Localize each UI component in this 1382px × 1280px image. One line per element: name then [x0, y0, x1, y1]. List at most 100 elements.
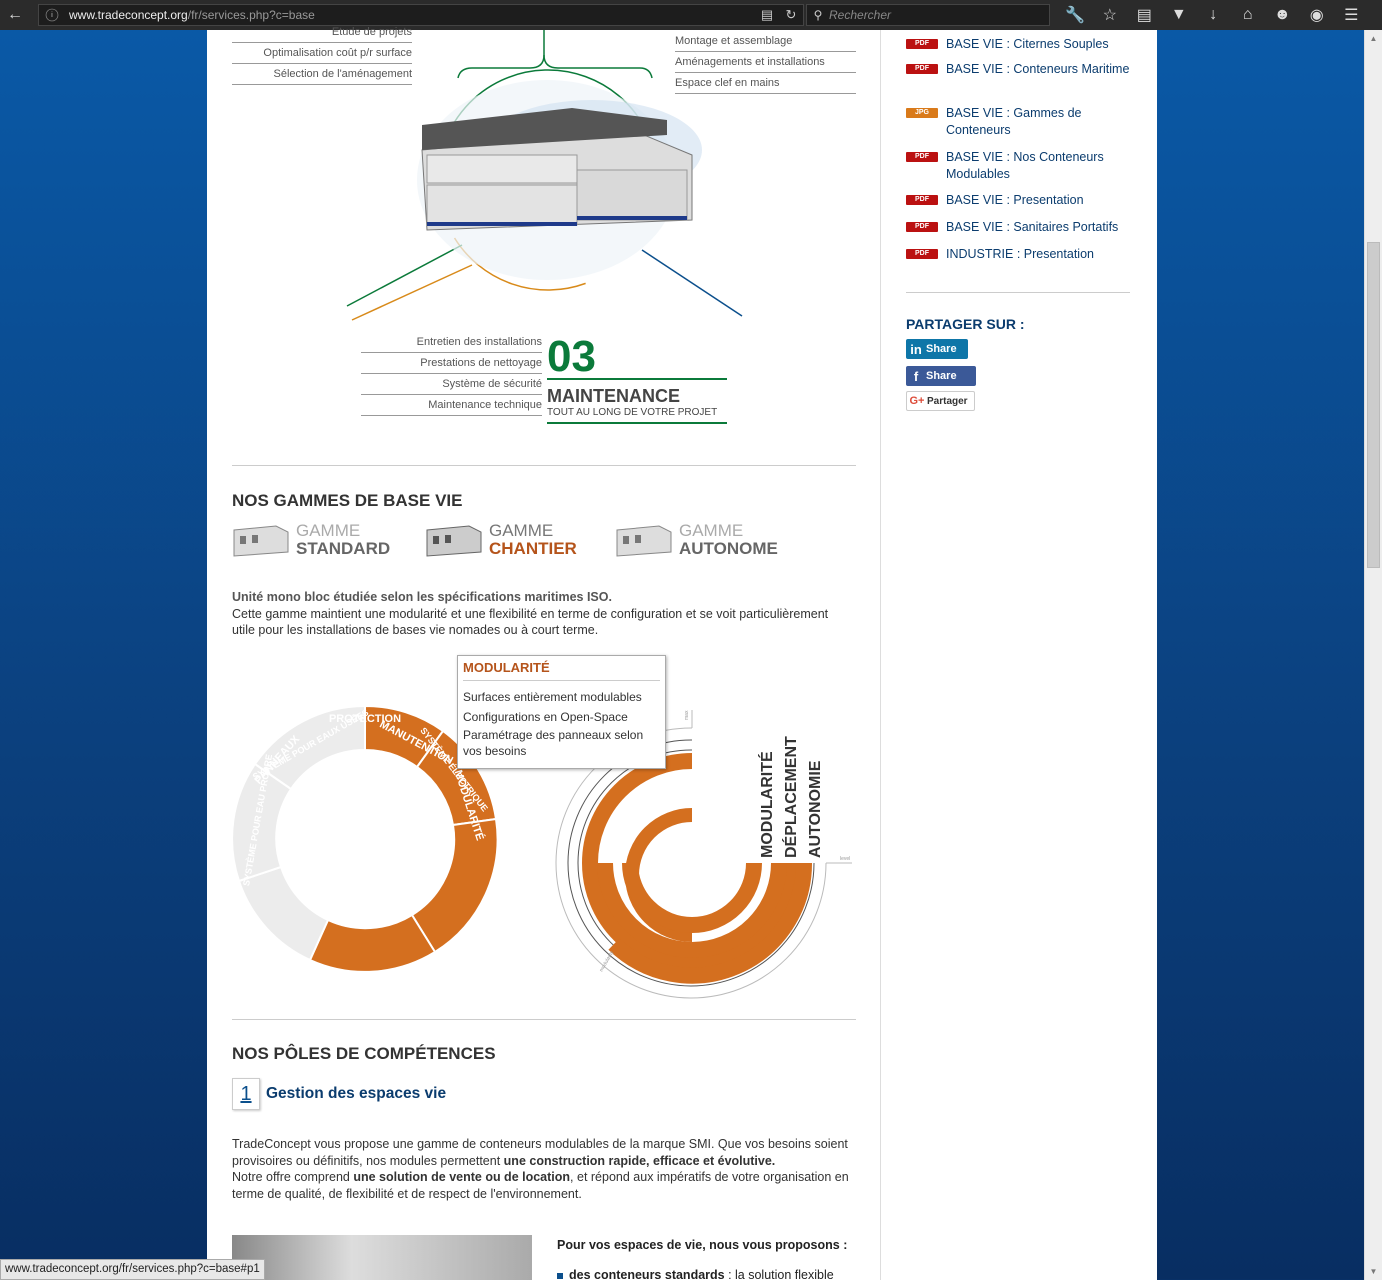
tooltip-title: MODULARITÉ	[463, 660, 660, 681]
scrollbar-thumb[interactable]	[1367, 242, 1380, 568]
modularite-tooltip: MODULARITÉ Surfaces entièrement modulabl…	[457, 655, 666, 769]
share-label: Partager	[927, 395, 968, 407]
pdf-icon: PDF	[906, 195, 938, 205]
document-link[interactable]: PDF INDUSTRIE : Presentation	[906, 246, 1136, 263]
document-label[interactable]: BASE VIE : Sanitaires Portatifs	[946, 219, 1118, 236]
proposons-heading: Pour vos espaces de vie, nous vous propo…	[557, 1238, 848, 1252]
maintenance-services: Entretien des installations Prestations …	[361, 332, 542, 416]
gamme-name: AUTONOME	[679, 539, 778, 558]
wheel-segment-protection[interactable]	[308, 913, 437, 973]
pole-title[interactable]: Gestion des espaces vie	[266, 1085, 446, 1103]
share-label: Share	[926, 343, 957, 355]
document-link[interactable]: PDF BASE VIE : Conteneurs Maritime	[906, 61, 1136, 78]
divider	[232, 1019, 856, 1020]
download-icon[interactable]: ↓	[1196, 0, 1231, 30]
container-icon	[426, 525, 482, 557]
arc-label: DÉPLACEMENT	[781, 736, 800, 858]
gamme-name: STANDARD	[296, 539, 391, 558]
document-label[interactable]: BASE VIE : Nos Conteneurs Modulables	[946, 149, 1136, 183]
poles-heading: NOS PÔLES DE COMPÉTENCES	[232, 1044, 496, 1063]
gamme-description: Unité mono bloc étudiée selon les spécif…	[232, 589, 832, 639]
gamme-label: GAMME	[296, 521, 361, 540]
document-label[interactable]: BASE VIE : Gammes de Conteneurs	[946, 105, 1136, 139]
scrollbar[interactable]: ▲ ▼	[1364, 30, 1382, 1280]
chat-icon[interactable]: ☻	[1265, 0, 1300, 30]
globe-icon[interactable]: ◉	[1300, 0, 1335, 30]
divider	[906, 292, 1130, 293]
facebook-icon: f	[913, 368, 919, 384]
maintenance-number: 03	[547, 332, 596, 381]
bookmark-star-icon[interactable]: ☆	[1093, 0, 1128, 30]
service-item: Maintenance technique	[361, 395, 542, 416]
gammes-heading: NOS GAMMES DE BASE VIE	[232, 491, 463, 510]
gamme-standard[interactable]: GAMME STANDARD	[232, 522, 390, 558]
url-text: www.tradeconcept.org/fr/services.php?c=b…	[69, 8, 755, 22]
service-item: Système de sécurité	[361, 374, 542, 395]
container-icon	[233, 525, 289, 557]
home-icon[interactable]: ⌂	[1231, 0, 1266, 30]
arc-label: MODULARITÉ	[757, 751, 776, 858]
document-link[interactable]: PDF BASE VIE : Sanitaires Portatifs	[906, 219, 1136, 236]
tooltip-item: Configurations en Open-Space	[463, 710, 628, 724]
pocket-icon[interactable]: ▼	[1162, 0, 1197, 30]
info-icon[interactable]: i	[45, 8, 59, 22]
document-link[interactable]: JPG BASE VIE : Gammes de Conteneurs	[906, 105, 1136, 139]
pdf-icon: PDF	[906, 39, 938, 49]
linkedin-share-button[interactable]: in Share	[906, 339, 968, 359]
gamme-label: GAMME	[489, 521, 554, 540]
menu-icon[interactable]: ☰	[1334, 0, 1369, 30]
pole-item-1[interactable]: 1 Gestion des espaces vie	[232, 1078, 446, 1110]
gamme-label: GAMME	[679, 521, 744, 540]
pole-description: TradeConcept vous propose une gamme de c…	[232, 1136, 857, 1202]
tooltip-item: Surfaces entièrement modulables	[463, 690, 642, 704]
wrench-icon[interactable]: 🔧	[1058, 0, 1093, 30]
gamme-chantier[interactable]: GAMME CHANTIER	[425, 522, 577, 558]
wheel-segment-panneaux[interactable]	[410, 817, 499, 954]
wheel-segment-electrique[interactable]	[237, 865, 330, 962]
bullet-icon	[557, 1272, 563, 1279]
google-share-button[interactable]: G+ Partager	[906, 391, 975, 411]
search-bar[interactable]: ⚲ Rechercher	[806, 4, 1050, 26]
bullet-text: : la solution flexible	[724, 1268, 834, 1280]
reload-icon[interactable]: ↻	[779, 7, 803, 23]
url-host: www.tradeconcept.org	[69, 8, 188, 22]
document-link[interactable]: PDF BASE VIE : Citernes Souples	[906, 36, 1136, 53]
page-content: Etude de projets Optimalisation coût p/r…	[207, 26, 1157, 1280]
document-link[interactable]: PDF BASE VIE : Nos Conteneurs Modulables	[906, 149, 1136, 183]
sidebar: PDF BASE VIE : Citernes Souples PDF BASE V…	[880, 30, 1157, 1280]
jpg-icon: JPG	[906, 108, 938, 118]
pdf-icon: PDF	[906, 152, 938, 162]
facebook-share-button[interactable]: f Share	[906, 366, 976, 386]
back-arrow-icon[interactable]: ←	[0, 0, 30, 30]
arc-small-label: level	[840, 856, 850, 862]
document-link[interactable]: PDF BASE VIE : Presentation	[906, 192, 1136, 209]
document-label[interactable]: BASE VIE : Presentation	[946, 192, 1084, 209]
process-diagram	[346, 30, 743, 321]
list-item: des conteneurs standards : la solution f…	[557, 1268, 834, 1280]
divider	[232, 465, 856, 466]
gamme-autonome[interactable]: GAMME AUTONOME	[615, 522, 778, 558]
pole-desc-bold: une construction rapide, efficace et évo…	[503, 1153, 776, 1168]
document-label[interactable]: INDUSTRIE : Presentation	[946, 246, 1094, 263]
scroll-up-icon[interactable]: ▲	[1365, 30, 1382, 47]
pdf-icon: PDF	[906, 249, 938, 259]
container-building-image	[421, 108, 693, 231]
google-plus-icon: G+	[909, 395, 925, 407]
pdf-icon: PDF	[906, 222, 938, 232]
reader-view-icon[interactable]: ▤	[755, 7, 779, 23]
share-label: Share	[926, 370, 957, 382]
pole-desc-bold: une solution de vente ou de location	[353, 1170, 571, 1184]
document-label[interactable]: BASE VIE : Conteneurs Maritime	[946, 61, 1129, 78]
tooltip-item: Paramétrage des panneaux selon vos besoi…	[463, 728, 644, 758]
clipboard-icon[interactable]: ▤	[1127, 0, 1162, 30]
search-placeholder: Rechercher	[829, 8, 892, 22]
document-label[interactable]: BASE VIE : Citernes Souples	[946, 36, 1109, 53]
container-icon	[616, 525, 672, 557]
container-photo	[232, 1235, 532, 1280]
gamme-desc-text: Cette gamme maintient une modularité et …	[232, 606, 829, 638]
scroll-down-icon[interactable]: ▼	[1365, 1263, 1382, 1280]
url-bar[interactable]: i www.tradeconcept.org/fr/services.php?c…	[38, 4, 804, 26]
pole-desc-text: Notre offre comprend	[232, 1170, 354, 1184]
arc-label: AUTONOMIE	[807, 760, 824, 858]
linkedin-icon: in	[910, 341, 922, 357]
